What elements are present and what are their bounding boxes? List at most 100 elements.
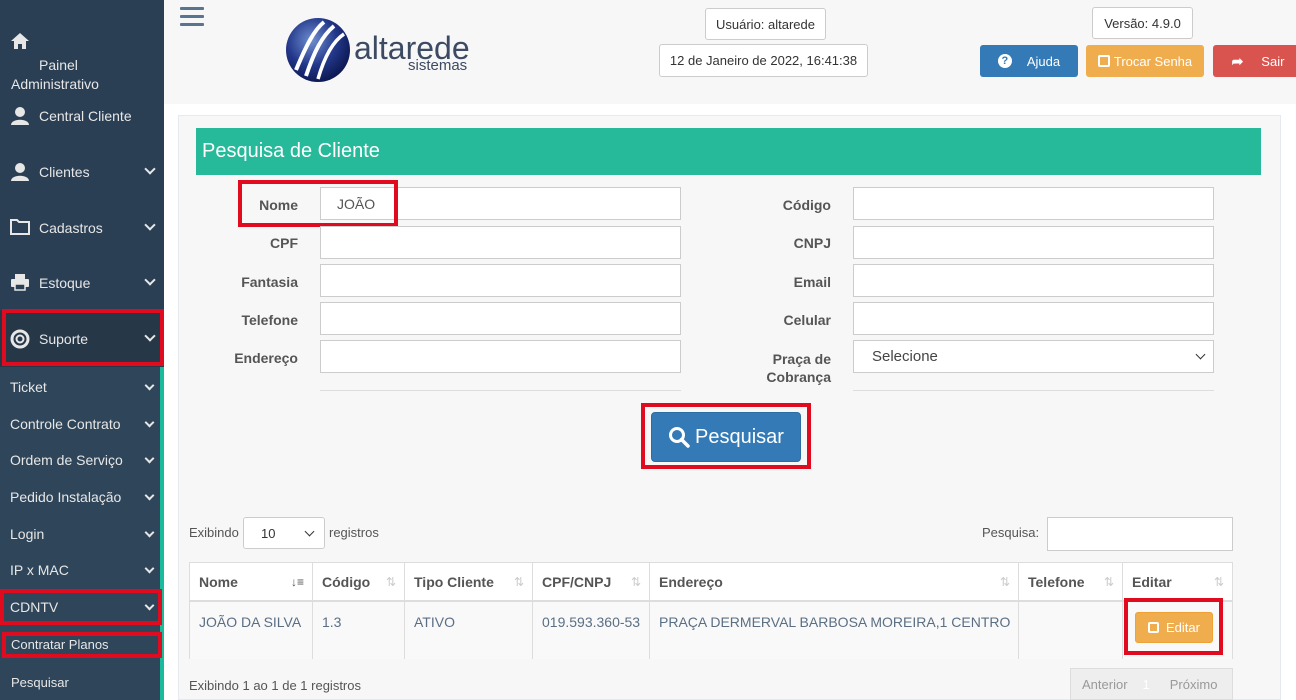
column-header-codigo[interactable]: Código ⇅ [313, 563, 405, 602]
sort-icon: ⇅ [385, 575, 396, 589]
length-prefix: Exibindo [189, 525, 239, 540]
search-button[interactable]: Pesquisar [651, 412, 801, 462]
column-header-tipo-cliente[interactable]: Tipo Cliente ⇅ [405, 563, 533, 602]
search-button-label: Pesquisar [695, 425, 784, 448]
change-password-button[interactable]: Trocar Senha [1086, 45, 1204, 77]
home-icon [10, 32, 30, 52]
search-icon [669, 427, 690, 448]
version-badge: Versão: 4.9.0 [1092, 7, 1193, 39]
length-suffix: registros [329, 525, 379, 540]
email-input[interactable] [853, 264, 1214, 297]
chevron-down-icon [136, 329, 164, 347]
life-ring-icon [10, 329, 30, 349]
sidebar-item-label: Estoque [39, 275, 91, 291]
folder-icon [10, 218, 30, 238]
user-icon [10, 162, 30, 182]
submenu-item-contratar-planos[interactable]: Contratar Planos [0, 629, 160, 659]
user-icon [10, 106, 30, 126]
change-password-label: Trocar Senha [1113, 53, 1193, 69]
praca-label-line1: Praça de [772, 351, 831, 367]
chevron-down-icon [138, 599, 160, 615]
sort-icon: ⇅ [999, 575, 1010, 589]
sidebar-item-label: Cadastros [39, 220, 103, 236]
sidebar-item-label: Central Cliente [39, 108, 132, 124]
column-header-endereco[interactable]: Endereço ⇅ [650, 563, 1019, 602]
page-length-select[interactable]: 10 [243, 517, 325, 549]
divider [853, 390, 1214, 391]
column-header-cpf-cnpj[interactable]: CPF/CNPJ ⇅ [533, 563, 650, 602]
user-badge: Usuário: altarede [705, 8, 826, 40]
cpf-input[interactable] [320, 226, 681, 259]
nome-input[interactable]: JOÃO [320, 187, 681, 220]
column-header-telefone[interactable]: Telefone ⇅ [1019, 563, 1123, 602]
nome-label: Nome [259, 197, 298, 213]
table-search-input[interactable] [1047, 517, 1233, 551]
sidebar-item-clientes[interactable]: Clientes [0, 144, 164, 200]
chevron-down-icon [136, 273, 164, 291]
submenu-label: IP x MAC [10, 562, 69, 578]
exit-button-label: Sair [1261, 53, 1285, 69]
submenu-item-cdntv[interactable]: CDNTV [0, 589, 160, 625]
cell-cpf-cnpj: 019.593.360-53 [533, 602, 650, 659]
prev-page-button[interactable]: Anterior [1082, 677, 1128, 692]
sidebar-item-suporte[interactable]: Suporte [0, 311, 164, 367]
edit-icon [1148, 622, 1160, 633]
edit-button[interactable]: Editar [1135, 612, 1213, 643]
next-page-button[interactable]: Próximo [1170, 677, 1218, 692]
menu-toggle-icon[interactable] [180, 7, 204, 26]
submenu-label: CDNTV [10, 599, 59, 615]
sort-icon: ⇅ [513, 575, 524, 589]
help-button-label: Ajuda [1026, 53, 1061, 69]
praca-label-line2: Cobrança [766, 369, 831, 385]
endereco-input[interactable] [320, 340, 681, 373]
submenu-label: Ticket [10, 379, 47, 395]
fantasia-input[interactable] [320, 264, 681, 297]
current-page[interactable]: 1 [1143, 677, 1150, 692]
submenu-item-pesquisar[interactable]: Pesquisar [0, 664, 160, 700]
sort-icon: ⇅ [630, 575, 641, 589]
datetime-badge: 12 de Janeiro de 2022, 16:41:38 [659, 44, 868, 77]
sidebar-item-central-cliente[interactable]: Central Cliente [0, 88, 164, 144]
sidebar-item-label: Suporte [39, 331, 89, 347]
sort-icon: ⇅ [1103, 575, 1114, 589]
chevron-down-icon [1187, 348, 1213, 365]
help-button[interactable]: ? Ajuda [980, 45, 1078, 77]
cnpj-input[interactable] [853, 226, 1214, 259]
results-table: Nome ↓≡ Código ⇅ Tipo Cliente ⇅ CPF/CNPJ ⇅ E… [189, 562, 1233, 659]
table-info: Exibindo 1 ao 1 de 1 registros [189, 678, 361, 693]
codigo-input[interactable] [853, 187, 1214, 220]
print-icon [10, 273, 30, 293]
altarede-logo: altarede sistemas [284, 16, 484, 86]
submenu-label: Controle Contrato [10, 416, 121, 432]
column-header-label: CPF/CNPJ [542, 573, 612, 590]
column-header-editar[interactable]: Editar ⇅ [1123, 563, 1232, 602]
column-header-nome[interactable]: Nome ↓≡ [190, 563, 313, 602]
telefone-label: Telefone [241, 312, 298, 328]
codigo-label: Código [782, 197, 831, 213]
submenu-item-login[interactable]: Login [0, 516, 160, 552]
submenu-item-ip-mac[interactable]: IP x MAC [0, 552, 160, 588]
endereco-label: Endereço [234, 350, 298, 366]
telefone-input[interactable] [320, 302, 681, 335]
celular-input[interactable] [853, 302, 1214, 335]
column-header-label: Editar [1132, 573, 1172, 590]
cell-nome: JOÃO DA SILVA [190, 602, 313, 659]
column-header-label: Nome [199, 573, 238, 590]
chevron-down-icon [138, 562, 160, 578]
submenu-item-controle-contrato[interactable]: Controle Contrato [0, 406, 160, 442]
praca-cobranca-select[interactable]: Selecione [853, 340, 1214, 373]
exit-button[interactable]: ➦ Sair [1213, 45, 1296, 77]
chevron-down-icon [138, 416, 160, 432]
cell-endereco: PRAÇA DERMERVAL BARBOSA MOREIRA,1 CENTRO [650, 602, 1019, 659]
column-header-label: Endereço [659, 573, 723, 590]
panel-title: Pesquisa de Cliente [196, 128, 1261, 175]
sidebar-item-cadastros[interactable]: Cadastros [0, 200, 164, 256]
sidebar-item-label: Clientes [39, 164, 90, 180]
submenu-item-ordem-servico[interactable]: Ordem de Serviço [0, 442, 160, 478]
sidebar-item-estoque[interactable]: Estoque [0, 255, 164, 311]
pagination: Anterior 1 Próximo [1070, 668, 1233, 700]
submenu-item-ticket[interactable]: Ticket [0, 369, 160, 405]
sidebar-item-painel[interactable]: Painel Administrativo [0, 22, 164, 92]
submenu-item-pedido-instalacao[interactable]: Pedido Instalação [0, 479, 160, 515]
chevron-down-icon [136, 162, 164, 180]
